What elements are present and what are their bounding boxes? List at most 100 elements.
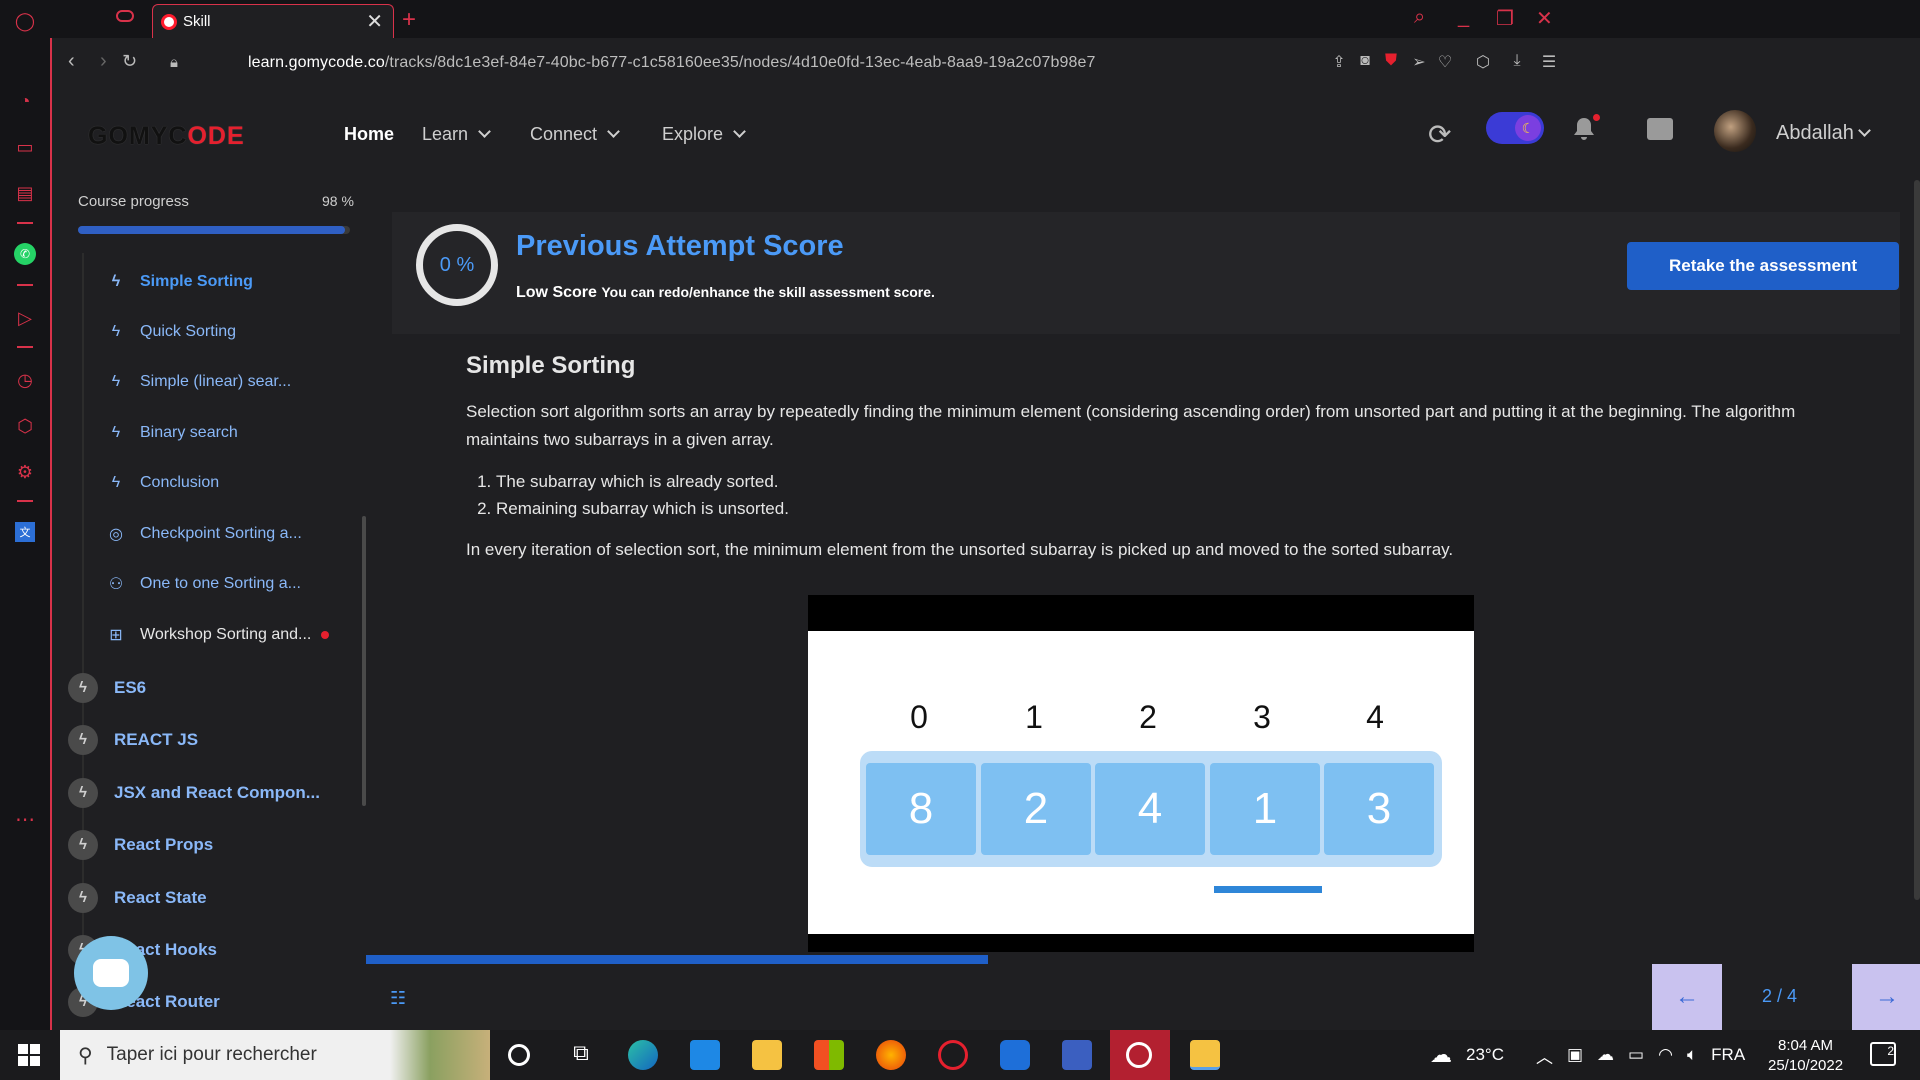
- sidebar-item-simple-sorting[interactable]: ϟ Simple Sorting: [92, 264, 352, 300]
- firefox-icon[interactable]: [876, 1040, 906, 1070]
- lesson-video[interactable]: 0 1 2 3 4 8 2 4 1 3: [808, 595, 1474, 952]
- next-page-button[interactable]: →: [1852, 964, 1920, 1030]
- wifi-icon[interactable]: ◠: [1658, 1045, 1673, 1065]
- dark-mode-toggle[interactable]: ☾: [1486, 112, 1544, 144]
- easy-setup-icon[interactable]: ☰: [1540, 52, 1558, 71]
- extensions-box-icon[interactable]: ⬡: [12, 413, 38, 439]
- player-icon[interactable]: ▷: [12, 305, 38, 331]
- volume-icon[interactable]: 🔈︎: [1687, 1045, 1697, 1065]
- onedrive-icon[interactable]: ☁: [1597, 1045, 1614, 1065]
- divider: [17, 346, 33, 348]
- temperature-label[interactable]: 23°C: [1466, 1045, 1504, 1065]
- extensions-icon[interactable]: ⬡: [1474, 52, 1492, 71]
- download-icon[interactable]: ⤓: [1508, 52, 1526, 70]
- notification-dot: [1593, 114, 1600, 121]
- sidebar-item-workshop[interactable]: ⊞ Workshop Sorting and...: [92, 617, 352, 653]
- close-window-button[interactable]: ✕: [1536, 6, 1553, 31]
- twitch-icon[interactable]: ▤: [12, 180, 38, 206]
- vpn-shield-icon[interactable]: [1000, 1040, 1030, 1070]
- unread-dot: [321, 631, 330, 639]
- course-progress-bar: [78, 226, 350, 234]
- camera-icon[interactable]: ◙: [1356, 52, 1374, 70]
- outline-list-icon[interactable]: ☷: [390, 988, 406, 1009]
- module-jsx[interactable]: ϟ JSX and React Compon...: [68, 773, 358, 813]
- notification-center-icon[interactable]: 2: [1870, 1042, 1896, 1066]
- weather-cloud-icon[interactable]: ☁: [1430, 1042, 1452, 1068]
- nav-explore[interactable]: Explore: [662, 124, 746, 145]
- translate-icon[interactable]: 文: [15, 522, 35, 542]
- store-icon[interactable]: [814, 1040, 844, 1070]
- taskbar-opera-active[interactable]: [1110, 1030, 1170, 1080]
- back-icon[interactable]: ‹: [68, 50, 75, 73]
- speed-dial-icon[interactable]: ◔: [12, 88, 38, 114]
- sidebar-item-quick-sorting[interactable]: ϟ Quick Sorting: [92, 314, 352, 350]
- array-visual: 8 2 4 1 3: [860, 751, 1442, 867]
- gx-gamepad-icon[interactable]: [116, 10, 134, 22]
- avatar[interactable]: [1714, 110, 1756, 152]
- sidebar-item-one-to-one[interactable]: ⚇ One to one Sorting a...: [92, 566, 352, 602]
- nav-connect-label: Connect: [530, 124, 598, 144]
- task-view-icon[interactable]: ⧉: [566, 1040, 596, 1070]
- battery-icon[interactable]: ▭: [1628, 1045, 1644, 1065]
- forward-icon[interactable]: ›: [100, 50, 107, 73]
- user-menu[interactable]: Abdallah: [1776, 122, 1871, 145]
- sidebar-item-binary-search[interactable]: ϟ Binary search: [92, 415, 352, 451]
- retake-assessment-button[interactable]: Retake the assessment: [1627, 242, 1899, 290]
- language-indicator[interactable]: FRA: [1711, 1045, 1745, 1065]
- file-explorer-icon[interactable]: [752, 1040, 782, 1070]
- meet-now-icon[interactable]: ▣: [1567, 1045, 1583, 1065]
- heart-icon[interactable]: ♡: [1436, 52, 1454, 71]
- edge-icon[interactable]: [628, 1040, 658, 1070]
- nav-home[interactable]: Home: [344, 124, 394, 145]
- sidebar-item-conclusion[interactable]: ϟ Conclusion: [92, 465, 352, 501]
- sidebar-item-linear-search[interactable]: ϟ Simple (linear) sear...: [92, 364, 352, 400]
- gomycode-logo[interactable]: GOMYCODE: [88, 122, 245, 151]
- settings-gear-icon[interactable]: ⚙: [12, 459, 38, 485]
- module-react-state[interactable]: ϟ React State: [68, 878, 358, 918]
- messages-icon[interactable]: [1647, 118, 1673, 140]
- nav-learn[interactable]: Learn: [422, 124, 491, 145]
- refresh-icon[interactable]: ⟳: [1428, 118, 1451, 151]
- windows-start-icon[interactable]: [18, 1044, 40, 1066]
- opera-gx-icon[interactable]: [938, 1040, 968, 1070]
- previous-page-button[interactable]: ←: [1652, 964, 1722, 1030]
- search-tabs-icon[interactable]: ⌕: [1414, 6, 1425, 29]
- logo-text-red: ODE: [187, 122, 245, 150]
- reload-icon[interactable]: ↻: [122, 51, 137, 72]
- briefcase-icon[interactable]: ▭: [12, 134, 38, 160]
- url-field[interactable]: learn.gomycode.co/tracks/8dc1e3ef-84e7-4…: [248, 54, 1095, 72]
- system-clock[interactable]: 8:04 AM 25/10/2022: [1768, 1036, 1843, 1076]
- divider: [17, 284, 33, 286]
- module-react-js[interactable]: ϟ REACT JS: [68, 720, 358, 760]
- notifications-bell-icon[interactable]: [1572, 114, 1600, 142]
- chevron-up-icon[interactable]: ︿: [1536, 1043, 1553, 1068]
- page-scrollbar[interactable]: [1914, 180, 1920, 900]
- more-options-icon[interactable]: ⋯: [12, 806, 38, 832]
- taskbar-search-input[interactable]: ⚲ Taper ici pour rechercher: [60, 1030, 490, 1080]
- minimize-button[interactable]: _: [1458, 6, 1469, 29]
- nav-connect[interactable]: Connect: [530, 124, 620, 145]
- history-icon[interactable]: ◷: [12, 367, 38, 393]
- share-icon[interactable]: ⇪: [1330, 52, 1348, 71]
- sidebar-item-checkpoint[interactable]: ◎ Checkpoint Sorting a...: [92, 516, 352, 552]
- moon-icon: ☾: [1515, 115, 1541, 141]
- list-item: Remaining subarray which is unsorted.: [496, 495, 1846, 522]
- adblock-shield-icon[interactable]: ⛊: [1382, 52, 1400, 70]
- folder-icon[interactable]: [1190, 1040, 1220, 1070]
- module-es6[interactable]: ϟ ES6: [68, 668, 358, 708]
- module-react-props[interactable]: ϟ React Props: [68, 825, 358, 865]
- opera-logo-icon[interactable]: ◯: [12, 8, 38, 34]
- whatsapp-icon[interactable]: ✆: [14, 243, 36, 265]
- teams-icon[interactable]: [1062, 1040, 1092, 1070]
- tab-bar: Skill ✕ + ⌕ _ ❐ ✕: [50, 0, 1920, 38]
- tab-skill[interactable]: Skill ✕: [152, 4, 394, 38]
- tab-close-icon[interactable]: ✕: [366, 9, 383, 34]
- array-index: 1: [1025, 699, 1043, 735]
- restore-button[interactable]: ❐: [1496, 6, 1514, 31]
- new-tab-button[interactable]: +: [402, 6, 416, 34]
- send-icon[interactable]: ➢: [1410, 52, 1428, 71]
- cortana-icon[interactable]: [508, 1044, 530, 1066]
- support-chat-button[interactable]: [74, 936, 148, 1010]
- sidebar-scrollbar[interactable]: [362, 516, 366, 806]
- mail-icon[interactable]: [690, 1040, 720, 1070]
